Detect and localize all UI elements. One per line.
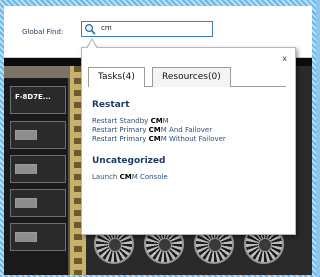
result-restart-primary-no-failover[interactable]: Restart Primary CMM Without Failover (92, 135, 290, 144)
popup-pointer-inner (87, 40, 97, 49)
result-text: Launch (92, 173, 120, 181)
blade-label: F-8D7E... (15, 93, 51, 101)
global-find-input[interactable]: cm (81, 21, 213, 37)
result-text: Restart Primary (92, 135, 149, 143)
blade-selected[interactable]: F-8D7E... (10, 86, 66, 114)
result-text: M Without Failover (160, 135, 226, 143)
group-title-uncategorized: Uncategorized (92, 156, 166, 166)
result-match: CM (148, 135, 161, 143)
result-match: CM (150, 117, 163, 125)
blade[interactable] (10, 155, 66, 183)
result-match: CM (148, 126, 161, 134)
global-find-label: Global Find: (22, 28, 64, 36)
result-restart-standby[interactable]: Restart Standby CMM (92, 117, 290, 126)
result-text: Restart Primary (92, 126, 149, 134)
result-launch-console[interactable]: Launch CMM Console (92, 173, 290, 182)
global-find-value: cm (101, 24, 112, 32)
blade-handle (15, 164, 37, 174)
results-list: Restart Restart Standby CMM Restart Prim… (92, 100, 290, 182)
result-restart-primary-failover[interactable]: Restart Primary CMM And Failover (92, 126, 290, 135)
result-text: M Console (131, 173, 168, 181)
blade-handle (15, 130, 37, 140)
blade-handle (15, 232, 37, 242)
blade-handle (15, 198, 37, 208)
result-text: M And Failover (160, 126, 213, 134)
rack-left-panel: F-8D7E... (4, 66, 70, 275)
global-find-results-popup: x Tasks(4) Resources(0) Restart Restart … (81, 47, 296, 235)
search-icon (84, 23, 96, 35)
blade[interactable] (10, 189, 66, 217)
result-text: M (162, 117, 169, 125)
tab-tasks[interactable]: Tasks(4) (88, 67, 145, 87)
results-tabs: Tasks(4) Resources(0) (88, 67, 286, 87)
result-match: CM (119, 173, 132, 181)
close-icon[interactable]: x (282, 54, 287, 63)
result-text: Restart Standby (92, 117, 151, 125)
blade[interactable] (10, 223, 66, 251)
rack-top-strip (4, 66, 70, 78)
tab-resources[interactable]: Resources(0) (152, 67, 231, 87)
group-title-restart: Restart (92, 100, 130, 110)
blade[interactable] (10, 121, 66, 149)
